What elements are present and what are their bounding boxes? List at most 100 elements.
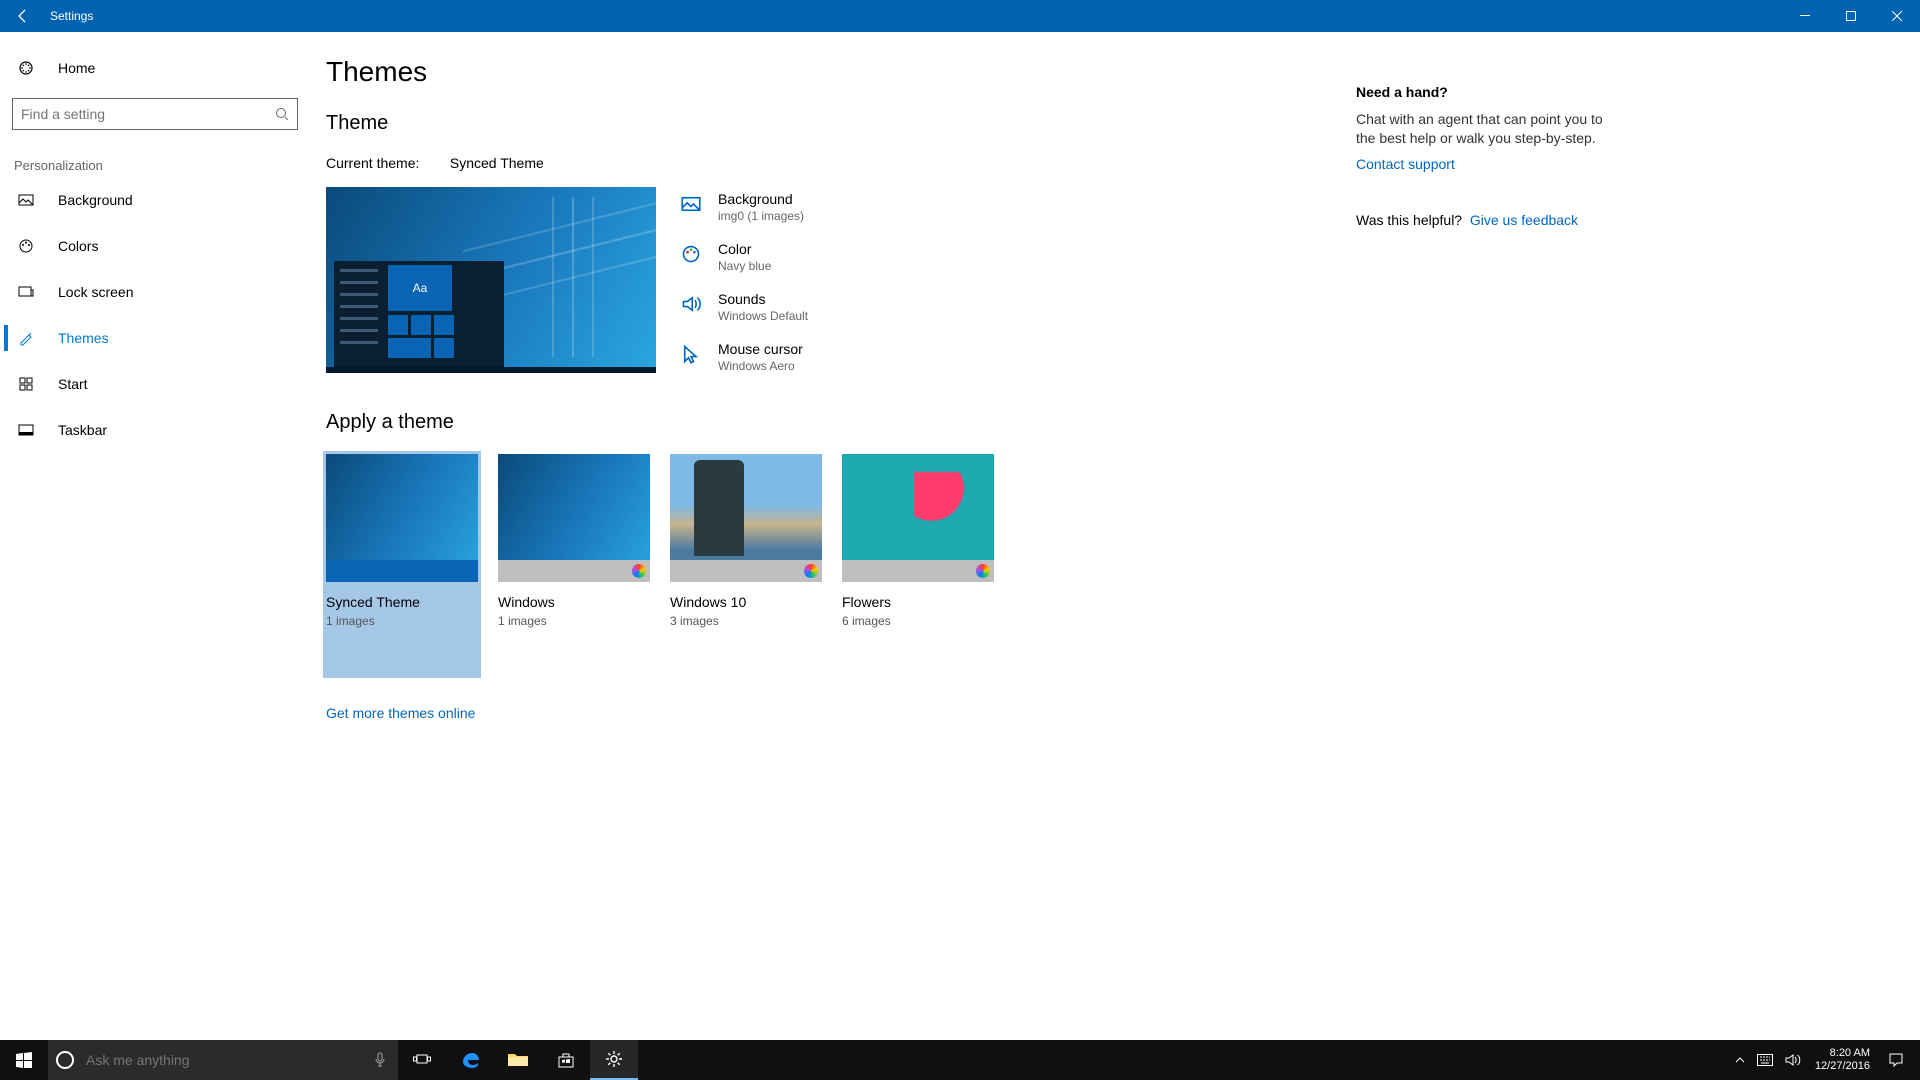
- cortana-input[interactable]: [86, 1052, 370, 1068]
- file-explorer-button[interactable]: [494, 1040, 542, 1080]
- sidebar-item-background[interactable]: Background: [2, 177, 308, 223]
- minimize-button[interactable]: [1782, 0, 1828, 32]
- sidebar-item-colors[interactable]: Colors: [2, 223, 308, 269]
- taskbar-clock[interactable]: 8:20 AM 12/27/2016: [1807, 1040, 1878, 1080]
- close-button[interactable]: [1874, 0, 1920, 32]
- opt-title: Sounds: [718, 291, 808, 307]
- theme-card-windows[interactable]: Windows 1 images: [498, 454, 650, 675]
- current-theme-label: Current theme:: [326, 155, 446, 171]
- themes-icon: [18, 330, 38, 346]
- contact-support-link[interactable]: Contact support: [1356, 156, 1455, 172]
- opt-title: Color: [718, 241, 771, 257]
- store-button[interactable]: [542, 1040, 590, 1080]
- theme-card-windows10[interactable]: Windows 10 3 images: [670, 454, 822, 675]
- chevron-up-icon[interactable]: [1735, 1055, 1745, 1065]
- theme-name: Synced Theme: [326, 594, 478, 610]
- taskbar: 8:20 AM 12/27/2016: [0, 1040, 1920, 1080]
- action-center-button[interactable]: [1878, 1040, 1914, 1080]
- color-badge-icon: [632, 564, 646, 578]
- need-hand-body: Chat with an agent that can point you to…: [1356, 110, 1610, 148]
- lockscreen-icon: [18, 284, 38, 300]
- theme-option-background[interactable]: Backgroundimg0 (1 images): [680, 191, 808, 223]
- theme-name: Windows 10: [670, 594, 822, 610]
- sidebar-item-label: Background: [58, 192, 133, 208]
- close-icon: [1892, 11, 1902, 21]
- search-icon: [267, 107, 297, 121]
- sidebar-item-label: Lock screen: [58, 284, 133, 300]
- sidebar-item-lockscreen[interactable]: Lock screen: [2, 269, 308, 315]
- main-content: Themes Theme Current theme: Synced Theme…: [326, 56, 1356, 1040]
- theme-sub: 1 images: [326, 614, 478, 628]
- theme-thumb: [670, 454, 822, 582]
- sidebar: Home Personalization Background Colors L…: [0, 32, 310, 1040]
- more-themes-link[interactable]: Get more themes online: [326, 705, 475, 721]
- theme-option-cursor[interactable]: Mouse cursor Windows Aero: [680, 341, 808, 373]
- theme-name: Windows: [498, 594, 650, 610]
- home-button[interactable]: Home: [2, 46, 308, 90]
- search-input[interactable]: [13, 106, 267, 122]
- theme-sub: 1 images: [498, 614, 650, 628]
- sound-icon: [680, 293, 702, 315]
- back-button[interactable]: [0, 0, 46, 32]
- start-button[interactable]: [0, 1040, 48, 1080]
- notification-icon: [1888, 1052, 1904, 1068]
- section-label: Personalization: [2, 130, 308, 177]
- settings-taskbar-button[interactable]: [590, 1040, 638, 1080]
- microphone-icon[interactable]: [370, 1052, 390, 1068]
- home-label: Home: [58, 60, 95, 76]
- system-tray[interactable]: [1729, 1040, 1807, 1080]
- opt-sub: Windows Aero: [718, 359, 803, 373]
- edge-button[interactable]: [446, 1040, 494, 1080]
- color-badge-icon: [976, 564, 990, 578]
- store-icon: [557, 1051, 575, 1069]
- theme-option-sounds[interactable]: Sounds Windows Default: [680, 291, 808, 323]
- search-box[interactable]: [12, 98, 298, 130]
- current-theme-value: Synced Theme: [450, 155, 544, 171]
- page-title: Themes: [326, 56, 1356, 88]
- opt-sub: Navy blue: [718, 259, 771, 273]
- sidebar-item-label: Start: [58, 376, 88, 392]
- theme-thumb: [842, 454, 994, 582]
- color-badge-icon: [804, 564, 818, 578]
- preview-startmenu: Aa: [334, 261, 504, 373]
- window-title: Settings: [46, 0, 93, 32]
- feedback-link[interactable]: Give us feedback: [1470, 212, 1578, 228]
- titlebar: Settings: [0, 0, 1920, 32]
- maximize-button[interactable]: [1828, 0, 1874, 32]
- theme-card-synced[interactable]: Synced Theme 1 images: [323, 451, 481, 678]
- theme-card-flowers[interactable]: Flowers 6 images: [842, 454, 994, 675]
- theme-sub: 6 images: [842, 614, 994, 628]
- palette-icon: [18, 238, 38, 254]
- section-theme: Theme: [326, 112, 1356, 135]
- folder-icon: [508, 1052, 528, 1068]
- sidebar-item-themes[interactable]: Themes: [2, 315, 308, 361]
- picture-icon: [18, 192, 38, 208]
- opt-sub: Windows Default: [718, 309, 808, 323]
- show-desktop-button[interactable]: [1914, 1040, 1920, 1080]
- minimize-icon: [1800, 11, 1810, 21]
- task-view-button[interactable]: [398, 1040, 446, 1080]
- opt-title: Mouse cursor: [718, 341, 803, 357]
- arrow-left-icon: [15, 8, 31, 24]
- sidebar-item-label: Taskbar: [58, 422, 107, 438]
- home-icon: [18, 60, 38, 76]
- start-icon: [18, 376, 38, 392]
- keyboard-icon[interactable]: [1757, 1054, 1773, 1066]
- clock-time: 8:20 AM: [1815, 1047, 1870, 1060]
- section-apply: Apply a theme: [326, 411, 1356, 434]
- cursor-icon: [680, 343, 702, 365]
- maximize-icon: [1846, 11, 1856, 21]
- sidebar-item-taskbar[interactable]: Taskbar: [2, 407, 308, 453]
- volume-icon[interactable]: [1785, 1053, 1801, 1067]
- theme-thumb: [326, 454, 478, 582]
- windows-icon: [16, 1052, 32, 1068]
- cortana-search[interactable]: [48, 1040, 398, 1080]
- theme-option-color[interactable]: Color Navy blue: [680, 241, 808, 273]
- theme-preview: Aa: [326, 187, 656, 373]
- edge-icon: [460, 1050, 480, 1070]
- need-hand-title: Need a hand?: [1356, 84, 1610, 100]
- preview-tile: Aa: [388, 265, 452, 311]
- current-theme-row: Current theme: Synced Theme: [326, 155, 1356, 171]
- sidebar-item-start[interactable]: Start: [2, 361, 308, 407]
- gear-icon: [605, 1050, 623, 1068]
